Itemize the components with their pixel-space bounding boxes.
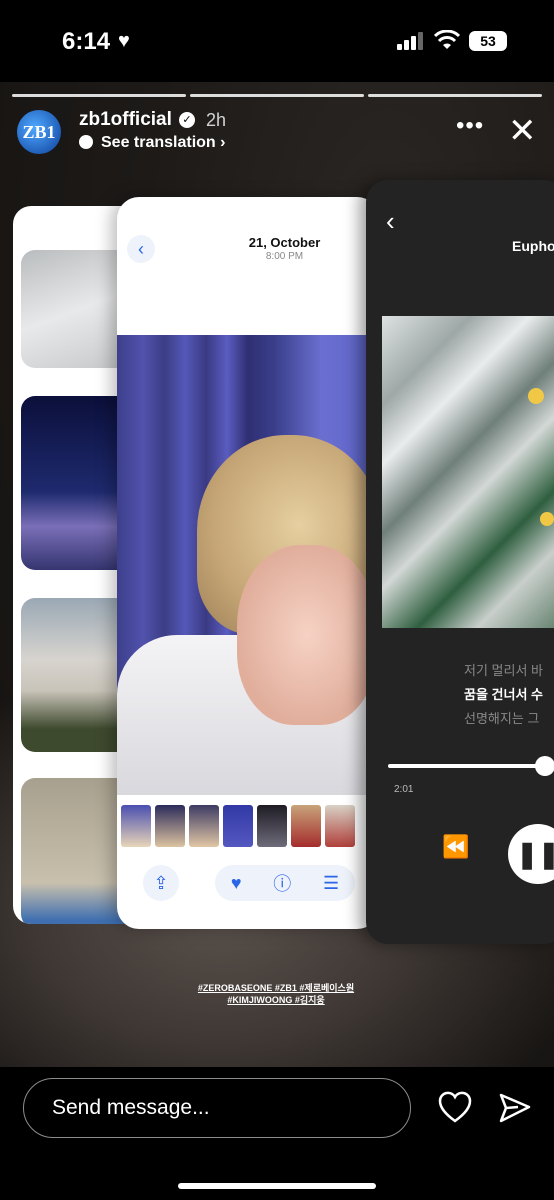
verified-badge-icon: ✓ <box>179 112 195 128</box>
strip-thumbnail[interactable] <box>257 805 287 847</box>
album-art-flower <box>540 512 554 526</box>
photo-viewer-card: ‹ 21, October 8:00 PM ⇪ ♥ ⓘ ☰ <box>117 197 379 929</box>
playback-position: 2:01 <box>394 784 414 795</box>
song-title: Eupho <box>512 238 554 254</box>
paper-plane-icon[interactable] <box>498 1091 532 1125</box>
reply-bar: Send message... <box>0 1067 554 1200</box>
album-art-flower <box>528 388 544 404</box>
photo-date: 21, October <box>248 235 321 250</box>
photo-toolbar: ⇪ ♥ ⓘ ☰ <box>117 861 379 905</box>
see-translation-button[interactable]: See translation › <box>79 134 225 152</box>
post-time: 2h <box>206 110 227 130</box>
chevron-right-icon: › <box>215 134 226 151</box>
cellular-signal-icon <box>397 32 423 50</box>
strip-thumbnail[interactable] <box>291 805 321 847</box>
avatar[interactable]: ZB1 <box>17 110 61 154</box>
strip-thumbnail[interactable] <box>189 805 219 847</box>
status-bar: 6:14 ♥ 53 <box>0 0 554 82</box>
photo-time: 8:00 PM <box>265 251 304 262</box>
strip-thumbnail[interactable] <box>155 805 185 847</box>
username[interactable]: zb1official <box>79 109 172 131</box>
strip-thumbnail[interactable] <box>223 805 253 847</box>
close-button[interactable]: ✕ <box>508 114 537 148</box>
lyric-line: 저기 멀리서 바 <box>464 663 543 678</box>
hashtag-line[interactable]: #KIMJIWOONG #김지웅 <box>176 994 376 1006</box>
more-options-button[interactable]: ••• <box>456 114 484 138</box>
heart-icon: ♥ <box>118 30 130 52</box>
heart-icon[interactable] <box>438 1091 472 1123</box>
progress-segment <box>12 94 186 97</box>
music-player-card: ‹ Eupho 저기 멀리서 바 꿈을 건너서 수 선명해지는 그 2:01 ⏪… <box>366 180 554 944</box>
info-icon[interactable]: ⓘ <box>273 870 291 896</box>
status-time: 6:14 <box>62 28 111 55</box>
battery-indicator: 53 <box>469 31 507 51</box>
progress-segment <box>190 94 364 97</box>
sliders-icon[interactable]: ☰ <box>323 873 339 894</box>
wifi-icon <box>434 30 460 49</box>
see-translation-label: See translation <box>101 134 216 151</box>
seek-handle[interactable] <box>535 756 554 776</box>
strip-thumbnail[interactable] <box>325 805 355 847</box>
photo-face-shape <box>237 545 377 725</box>
main-photo <box>117 335 379 795</box>
heart-icon[interactable]: ♥ <box>231 873 242 894</box>
home-indicator <box>178 1183 376 1189</box>
back-button[interactable]: ‹ <box>386 206 395 237</box>
back-button[interactable]: ‹ <box>127 235 155 263</box>
send-message-input[interactable]: Send message... <box>23 1078 411 1138</box>
progress-segment <box>368 94 542 97</box>
lyric-line-current: 꿈을 건너서 수 <box>464 687 543 702</box>
hashtag-line[interactable]: #ZEROBASEONE #ZB1 #제로베이스원 <box>176 982 376 994</box>
photo-actions: ♥ ⓘ ☰ <box>215 865 355 901</box>
thumbnail-strip[interactable] <box>121 805 379 847</box>
strip-thumbnail[interactable] <box>121 805 151 847</box>
speech-bubble-icon <box>79 135 93 149</box>
album-art <box>382 316 554 628</box>
rewind-icon[interactable]: ⏪ <box>442 834 469 860</box>
lyric-line: 선명해지는 그 <box>464 711 540 726</box>
pause-button[interactable]: ❚❚ <box>508 824 554 884</box>
seek-bar[interactable] <box>388 764 548 768</box>
story-progress-bar <box>12 94 542 97</box>
share-icon[interactable]: ⇪ <box>143 865 179 901</box>
hashtags[interactable]: #ZEROBASEONE #ZB1 #제로베이스원 #KIMJIWOONG #김… <box>176 982 376 1006</box>
